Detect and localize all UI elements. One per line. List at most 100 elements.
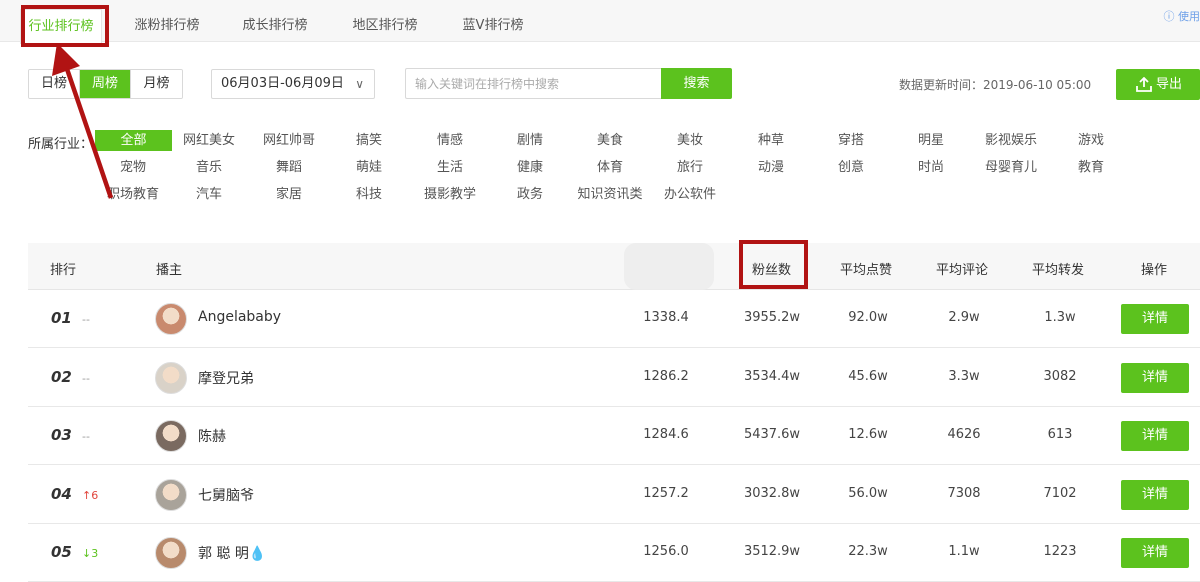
header-avg-likes[interactable]: 平均点赞 [840, 259, 892, 278]
avg-comments-value: 2.9w [924, 310, 1004, 325]
header-streamer: 播主 [156, 259, 182, 278]
industry-option[interactable]: 体育 [572, 157, 648, 178]
table-row: 05↓3郭 聪 明💧1256.03512.9w22.3w1.1w1223详情 [28, 524, 1200, 582]
detail-button[interactable]: 详情 [1121, 304, 1189, 334]
avg-comments-value: 7308 [924, 486, 1004, 501]
detail-button[interactable]: 详情 [1121, 421, 1189, 451]
industry-option[interactable]: 知识资讯类 [572, 184, 648, 205]
industry-option[interactable]: 摄影教学 [412, 184, 488, 205]
industry-option[interactable]: 全部 [95, 130, 172, 151]
detail-button[interactable]: 详情 [1121, 363, 1189, 393]
tab-growth-ranking[interactable]: 成长排行榜 [225, 9, 325, 43]
export-button[interactable]: 导出 [1116, 69, 1200, 100]
header-avg-shares[interactable]: 平均转发 [1032, 259, 1084, 278]
period-week-button[interactable]: 周榜 [80, 70, 131, 98]
detail-button[interactable]: 详情 [1121, 538, 1189, 568]
industry-option[interactable]: 旅行 [652, 157, 728, 178]
industry-option[interactable]: 健康 [492, 157, 568, 178]
help-label: 使用 [1178, 10, 1200, 23]
industry-option[interactable]: 母婴育儿 [973, 157, 1049, 178]
industry-option[interactable]: 汽车 [171, 184, 247, 205]
industry-option[interactable]: 舞蹈 [251, 157, 327, 178]
streamer-name[interactable]: 郭 聪 明💧 [198, 543, 266, 563]
rank-number: 04 [51, 485, 72, 503]
rank-trend: -- [82, 313, 90, 326]
industry-option[interactable]: 影视娱乐 [973, 130, 1049, 151]
industry-option[interactable]: 美妆 [652, 130, 728, 151]
avatar[interactable] [155, 537, 187, 569]
industry-option[interactable]: 时尚 [893, 157, 969, 178]
industry-option[interactable]: 职场教育 [95, 184, 171, 205]
industry-option[interactable]: 办公软件 [652, 184, 728, 205]
industry-option[interactable]: 明星 [893, 130, 969, 151]
score-value: 1286.2 [626, 369, 706, 384]
avatar[interactable] [155, 303, 187, 335]
avg-shares-value: 1223 [1020, 544, 1100, 559]
date-range-value: 06月03日-06月09日 [221, 76, 344, 91]
industry-option[interactable]: 政务 [492, 184, 568, 205]
detail-button[interactable]: 详情 [1121, 480, 1189, 510]
rank-trend: -- [82, 430, 90, 443]
avg-comments-value: 1.1w [924, 544, 1004, 559]
industry-option[interactable]: 科技 [331, 184, 407, 205]
update-time: 数据更新时间：2019-06-10 05:00 [899, 76, 1091, 93]
rank-number: 02 [51, 368, 72, 386]
export-icon [1136, 77, 1152, 92]
avatar[interactable] [155, 420, 187, 452]
fans-value: 3032.8w [732, 486, 812, 501]
streamer-name[interactable]: 七舅脑爷 [198, 485, 254, 505]
industry-option[interactable]: 种草 [733, 130, 809, 151]
tab-follower-growth-ranking[interactable]: 涨粉排行榜 [117, 9, 217, 43]
tab-region-ranking[interactable]: 地区排行榜 [335, 9, 435, 43]
date-range-select[interactable]: 06月03日-06月09日 ∨ [211, 69, 375, 99]
industry-option[interactable]: 萌娃 [331, 157, 407, 178]
industry-option[interactable]: 游戏 [1053, 130, 1129, 151]
industry-option[interactable]: 生活 [412, 157, 488, 178]
industry-option[interactable]: 教育 [1053, 157, 1129, 178]
industry-option[interactable]: 搞笑 [331, 130, 407, 151]
fans-value: 5437.6w [732, 427, 812, 442]
industry-option[interactable]: 家居 [251, 184, 327, 205]
score-value: 1256.0 [626, 544, 706, 559]
help-link[interactable]: ⓘ 使用 [1164, 8, 1200, 24]
search-button[interactable]: 搜索 [661, 68, 732, 99]
help-icon: ⓘ [1164, 10, 1179, 23]
streamer-name[interactable]: 陈赫 [198, 426, 226, 446]
period-toggle: 日榜 周榜 月榜 [28, 69, 183, 99]
industry-option[interactable]: 音乐 [171, 157, 247, 178]
table-row: 04↑6七舅脑爷1257.23032.8w56.0w73087102详情 [28, 466, 1200, 524]
period-day-button[interactable]: 日榜 [29, 70, 80, 98]
fans-value: 3955.2w [732, 310, 812, 325]
avg-shares-value: 3082 [1020, 369, 1100, 384]
rank-number: 01 [51, 309, 72, 327]
industry-option[interactable]: 创意 [813, 157, 889, 178]
streamer-name[interactable]: 摩登兄弟 [198, 368, 254, 388]
export-label: 导出 [1156, 69, 1182, 100]
industry-filter-label: 所属行业： [28, 133, 93, 152]
industry-option[interactable]: 网红帅哥 [251, 130, 327, 151]
industry-option[interactable]: 剧情 [492, 130, 568, 151]
industry-option[interactable]: 宠物 [95, 157, 171, 178]
industry-option[interactable]: 情感 [412, 130, 488, 151]
avatar[interactable] [155, 362, 187, 394]
rank-trend: ↑6 [82, 489, 98, 502]
avg-likes-value: 92.0w [828, 310, 908, 325]
header-avg-comments[interactable]: 平均评论 [936, 259, 988, 278]
header-actions: 操作 [1141, 259, 1167, 278]
industry-option[interactable]: 穿搭 [813, 130, 889, 151]
tab-bluev-ranking[interactable]: 蓝V排行榜 [443, 9, 543, 43]
avg-comments-value: 3.3w [924, 369, 1004, 384]
industry-option[interactable]: 网红美女 [171, 130, 247, 151]
period-month-button[interactable]: 月榜 [131, 70, 182, 98]
annotation-box-fans [739, 240, 808, 289]
streamer-name[interactable]: Angelababy [198, 309, 281, 325]
industry-option[interactable]: 美食 [572, 130, 648, 151]
avg-likes-value: 56.0w [828, 486, 908, 501]
rank-number: 03 [51, 426, 72, 444]
search-input[interactable] [405, 68, 663, 99]
industry-option[interactable]: 动漫 [733, 157, 809, 178]
rank-trend: ↓3 [82, 547, 98, 560]
header-rank: 排行 [50, 259, 76, 278]
avatar[interactable] [155, 479, 187, 511]
avg-likes-value: 45.6w [828, 369, 908, 384]
